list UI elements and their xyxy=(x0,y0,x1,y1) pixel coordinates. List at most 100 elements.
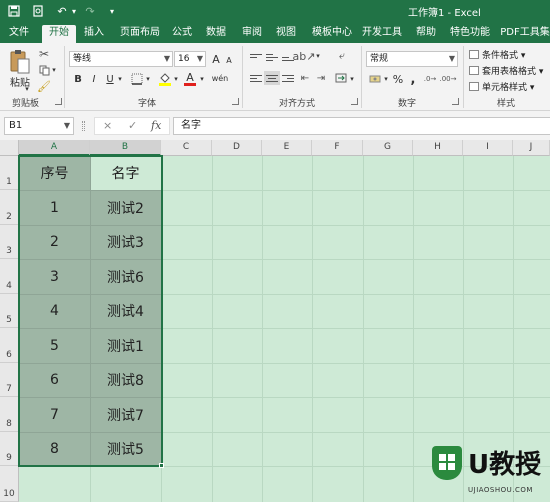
cell-styles-button[interactable]: 单元格样式 ▾ xyxy=(469,80,534,93)
tab-home[interactable]: 开始 xyxy=(42,25,76,43)
increase-decimal-icon[interactable]: .0→ xyxy=(422,72,438,86)
merge-center-icon[interactable] xyxy=(334,71,348,85)
tab-data[interactable]: 数据 xyxy=(202,25,230,43)
alignment-launcher-icon[interactable] xyxy=(351,98,358,105)
name-box[interactable]: B1 ▼ xyxy=(4,117,74,135)
paste-dropdown-icon[interactable]: ▾ xyxy=(22,85,32,93)
undo-dropdown-icon[interactable]: ▾ xyxy=(66,3,82,19)
insert-function-icon[interactable]: fx xyxy=(151,119,161,132)
redo-icon[interactable]: ↷ xyxy=(82,3,98,19)
font-name-select[interactable]: 等线 ▼ xyxy=(69,51,173,67)
clipboard-launcher-icon[interactable] xyxy=(55,98,62,105)
tab-help[interactable]: 帮助 xyxy=(412,25,440,43)
percent-style-button[interactable]: % xyxy=(392,72,404,86)
gridline xyxy=(363,156,364,502)
font-size-select[interactable]: 16 ▼ xyxy=(174,51,206,67)
row-header-4[interactable]: 4 xyxy=(0,259,19,294)
italic-button[interactable]: I xyxy=(88,72,100,86)
row-header-9[interactable]: 9 xyxy=(0,432,19,466)
row-header-6[interactable]: 6 xyxy=(0,328,19,363)
column-header-j[interactable]: J xyxy=(513,140,550,156)
copy-dropdown-icon[interactable]: ▾ xyxy=(50,64,58,76)
align-center-button[interactable] xyxy=(264,71,280,85)
increase-indent-icon[interactable]: ⇥ xyxy=(314,71,328,85)
conditional-formatting-button[interactable]: 条件格式 ▾ xyxy=(469,48,525,61)
enter-icon[interactable]: ✓ xyxy=(128,119,137,132)
number-launcher-icon[interactable] xyxy=(452,98,459,105)
column-header-i[interactable]: I xyxy=(463,140,513,156)
column-header-b[interactable]: B xyxy=(90,140,161,156)
decrease-font-size-button[interactable]: A xyxy=(224,54,234,66)
tab-file[interactable]: 文件 xyxy=(4,25,34,43)
fill-handle[interactable] xyxy=(159,463,164,468)
underline-dropdown-icon[interactable]: ▾ xyxy=(116,73,124,85)
tab-special-features[interactable]: 特色功能 xyxy=(450,25,490,43)
font-color-button[interactable]: A xyxy=(184,70,196,84)
cancel-icon[interactable]: × xyxy=(103,119,112,132)
format-painter-icon[interactable]: 🖌 xyxy=(37,79,51,93)
align-left-button[interactable] xyxy=(248,71,264,85)
borders-dropdown-icon[interactable]: ▾ xyxy=(144,73,152,85)
chevron-down-icon: ▼ xyxy=(163,54,170,63)
phonetic-guide-button[interactable]: wén xyxy=(210,71,230,85)
row-header-2[interactable]: 2 xyxy=(0,190,19,225)
fill-color-icon[interactable] xyxy=(158,71,172,87)
alignment-group-label: 对齐方式 xyxy=(279,99,316,109)
tab-review[interactable]: 审阅 xyxy=(238,25,266,43)
tab-pdf-tools[interactable]: PDF工具集 xyxy=(500,25,550,43)
tab-template-center[interactable]: 模板中心 xyxy=(306,25,358,43)
bold-button[interactable]: B xyxy=(72,72,84,86)
column-header-h[interactable]: H xyxy=(413,140,463,156)
column-header-c[interactable]: C xyxy=(161,140,212,156)
column-header-a[interactable]: A xyxy=(19,140,90,156)
align-top-button[interactable] xyxy=(248,50,264,64)
column-header-f[interactable]: F xyxy=(312,140,363,156)
format-as-table-button[interactable]: 套用表格格式 ▾ xyxy=(469,64,543,77)
tab-insert[interactable]: 插入 xyxy=(80,25,108,43)
align-middle-button[interactable] xyxy=(264,50,280,64)
row-header-10[interactable]: 10 xyxy=(0,466,19,502)
tab-view[interactable]: 视图 xyxy=(272,25,300,43)
decrease-indent-icon[interactable]: ⇤ xyxy=(298,71,312,85)
align-right-button[interactable] xyxy=(280,71,296,85)
comma-style-button[interactable]: , xyxy=(408,72,418,87)
save-icon[interactable] xyxy=(6,3,22,19)
accounting-format-icon[interactable] xyxy=(368,72,382,86)
accounting-dropdown-icon[interactable]: ▾ xyxy=(382,73,390,85)
font-group-label: 字体 xyxy=(138,99,157,109)
resize-handle[interactable] xyxy=(82,121,85,131)
row-header-5[interactable]: 5 xyxy=(0,294,19,328)
underline-button[interactable]: U xyxy=(104,72,116,86)
borders-icon[interactable] xyxy=(130,72,144,86)
row-header-1[interactable]: 1 xyxy=(0,156,19,190)
select-all-button[interactable] xyxy=(0,140,19,156)
font-launcher-icon[interactable] xyxy=(232,98,239,105)
fill-color-dropdown-icon[interactable]: ▾ xyxy=(172,73,180,85)
merge-dropdown-icon[interactable]: ▾ xyxy=(348,73,356,85)
customize-qat-icon[interactable]: ▾ xyxy=(104,3,120,19)
orientation-dropdown-icon[interactable]: ▾ xyxy=(314,50,322,62)
row-header-3[interactable]: 3 xyxy=(0,225,19,259)
font-color-dropdown-icon[interactable]: ▾ xyxy=(198,73,206,85)
formula-input[interactable]: 名字 xyxy=(173,117,550,135)
row-header-7[interactable]: 7 xyxy=(0,363,19,397)
row-header-8[interactable]: 8 xyxy=(0,397,19,432)
decrease-decimal-icon[interactable]: .00→ xyxy=(440,72,457,86)
column-header-d[interactable]: D xyxy=(212,140,262,156)
orientation-icon[interactable]: ab↗ xyxy=(293,49,316,63)
wrap-text-icon[interactable]: ⤶ xyxy=(334,49,350,63)
tab-developer[interactable]: 开发工具 xyxy=(362,25,402,43)
increase-font-size-button[interactable]: A xyxy=(210,52,222,66)
windows-grid-icon xyxy=(439,454,455,470)
font-name-value: 等线 xyxy=(73,54,92,64)
print-preview-icon[interactable] xyxy=(30,3,46,19)
cut-icon[interactable]: ✂ xyxy=(37,47,51,61)
tab-formulas[interactable]: 公式 xyxy=(168,25,196,43)
copy-icon[interactable] xyxy=(37,63,51,77)
column-header-g[interactable]: G xyxy=(363,140,413,156)
number-format-select[interactable]: 常规 ▼ xyxy=(366,51,458,67)
paste-icon[interactable] xyxy=(8,47,32,77)
column-header-e[interactable]: E xyxy=(262,140,312,156)
tab-page-layout[interactable]: 页面布局 xyxy=(114,25,166,43)
watermark-logo: U教授 UJIAOSHOU.COM xyxy=(428,440,550,502)
